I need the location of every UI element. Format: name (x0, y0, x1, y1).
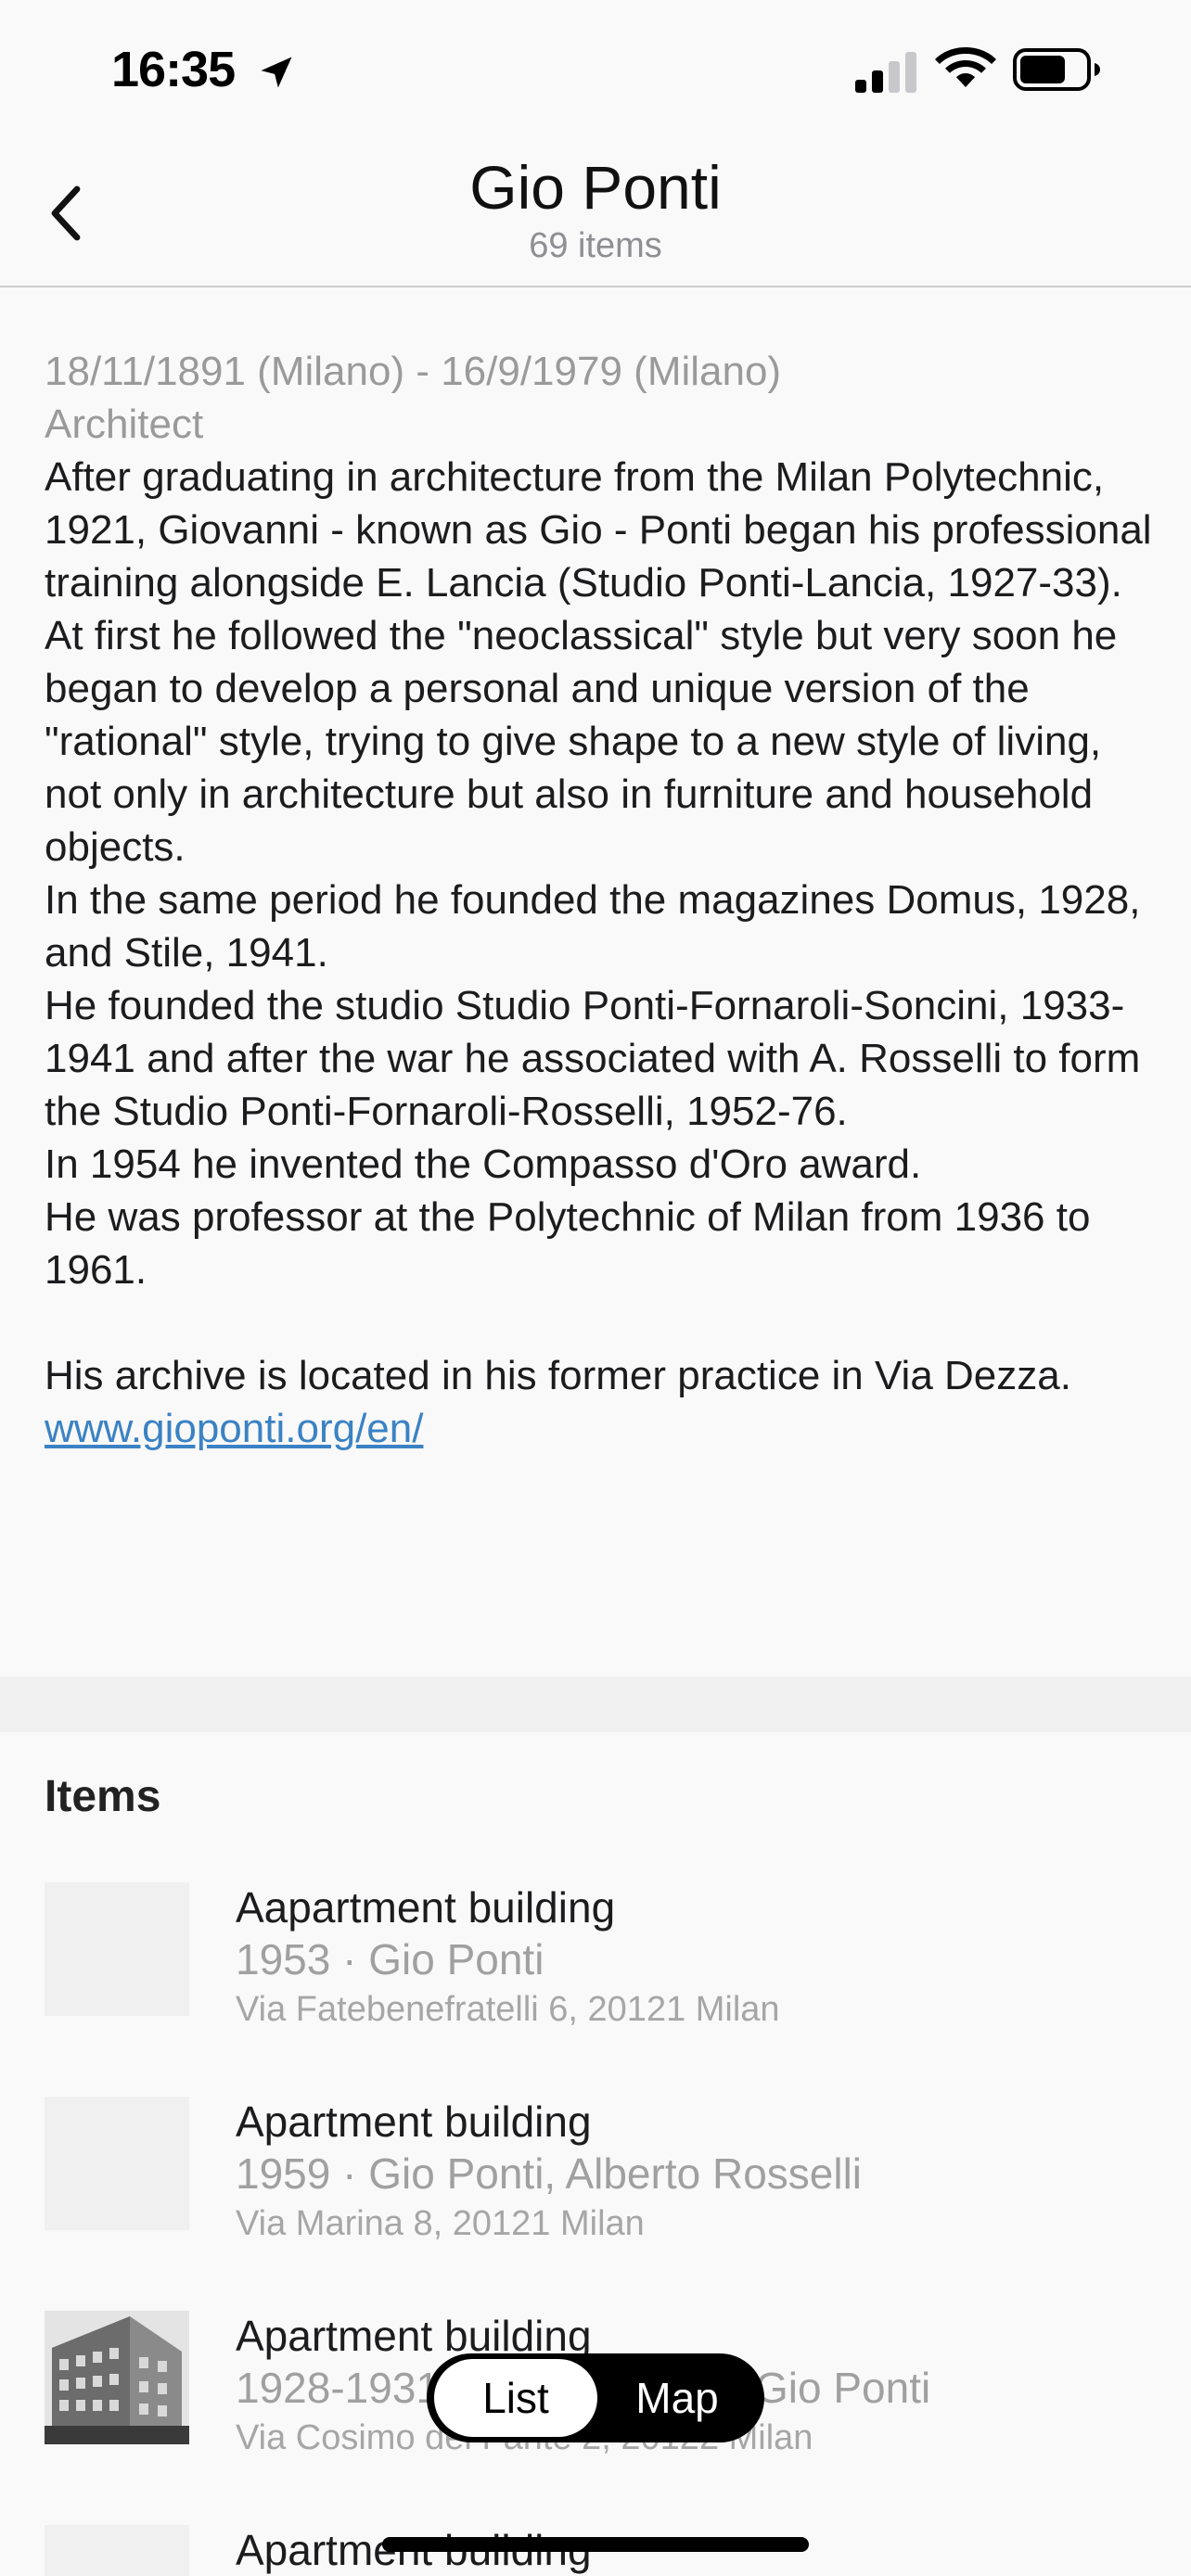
cellular-signal-icon (855, 52, 916, 93)
view-toggle: List Map (427, 2353, 764, 2442)
item-title: Aapartment building (236, 1883, 616, 1932)
page-title: Gio Ponti (469, 153, 722, 222)
list-item[interactable]: Apartment building 1959 · Gio Ponti, Alb… (45, 2097, 1158, 2245)
home-indicator[interactable] (382, 2537, 809, 2552)
item-thumbnail (45, 1882, 189, 2016)
status-bar: 16:35 (0, 0, 1191, 139)
item-subtitle: 1959 · Gio Ponti, Alberto Rosselli (236, 2149, 863, 2198)
status-time: 16:35 (111, 42, 236, 97)
building-photo-thumbnail (45, 2311, 189, 2444)
biography-text: After graduating in architecture from th… (45, 454, 1152, 1398)
life-dates: 18/11/1891 (Milano) - 16/9/1979 (Milano) (45, 349, 782, 394)
navigation-bar: Gio Ponti 69 items (0, 139, 1191, 287)
map-view-button[interactable]: Map (597, 2359, 757, 2437)
item-count: 69 items (529, 226, 662, 265)
item-address: Via Fatebenefratelli 6, 20121 Milan (236, 1990, 780, 2029)
website-link[interactable]: www.gioponti.org/en/ (45, 1402, 423, 1455)
wifi-icon (935, 47, 996, 87)
list-view-button[interactable]: List (434, 2359, 597, 2437)
location-arrow-icon (261, 57, 292, 88)
profession: Architect (45, 402, 204, 447)
item-thumbnail (45, 2525, 189, 2576)
item-thumbnail (45, 2097, 189, 2230)
items-header: Items (45, 1772, 161, 1821)
biography-section: 18/11/1891 (Milano) - 16/9/1979 (Milano)… (45, 345, 1158, 1455)
battery-icon (1013, 48, 1100, 91)
list-item[interactable]: Aapartment building 1953 · Gio Ponti Via… (45, 1882, 1158, 2031)
section-divider (0, 1677, 1191, 1732)
item-subtitle: 1953 · Gio Ponti (236, 1935, 544, 1983)
item-address: Via Marina 8, 20121 Milan (236, 2204, 645, 2243)
item-title: Apartment building (236, 2098, 592, 2146)
